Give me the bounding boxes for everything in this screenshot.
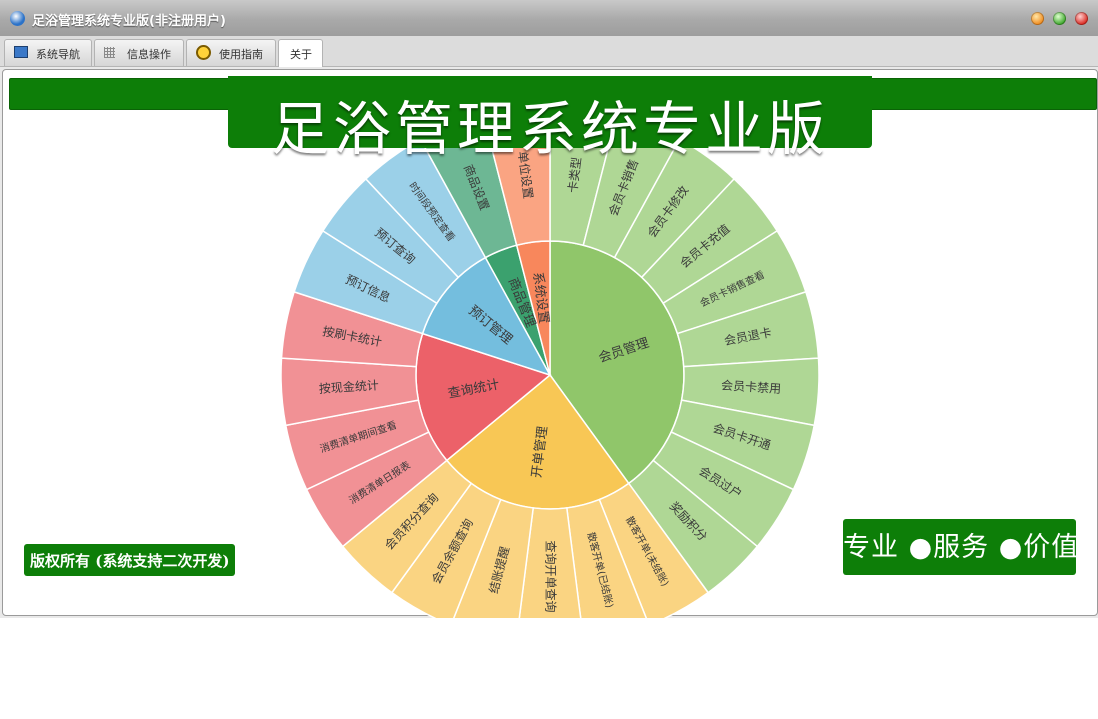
product-banner: 足浴管理系统专业版 — [228, 76, 872, 163]
copyright-label: 版权所有 (系统支持二次开发) — [24, 544, 236, 576]
banner-title: 足浴管理系统专业版 — [270, 95, 829, 163]
sunburst-item-label-1-2[interactable]: 查询开单查询 — [544, 540, 558, 612]
app-window: 足浴管理系统专业版(非注册用户) 系统导航 信息操作 使用指南 关于 会员管理卡… — [0, 0, 1098, 618]
slogan-badge: 专业 ●服务 ●价值 — [843, 519, 1078, 575]
